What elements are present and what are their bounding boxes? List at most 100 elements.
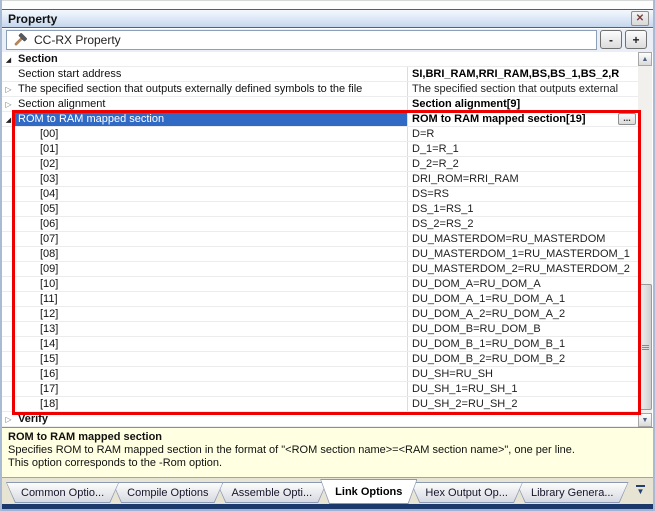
expander-icon[interactable]: ▷: [5, 415, 11, 424]
property-row[interactable]: [11]DU_DOM_A_1=RU_DOM_A_1: [2, 292, 638, 307]
row-name[interactable]: [13]: [15, 322, 407, 336]
scrollbar-thumb[interactable]: [638, 284, 652, 410]
expander-icon[interactable]: ▷: [5, 85, 11, 94]
row-value[interactable]: D_1=R_1: [407, 142, 638, 156]
row-value[interactable]: DU_DOM_B_2=RU_DOM_B_2: [407, 352, 638, 366]
row-value[interactable]: DRI_ROM=RRI_RAM: [407, 172, 638, 186]
tab-overflow-button[interactable]: ▼: [636, 485, 645, 496]
property-row[interactable]: ▷ Verify: [2, 412, 638, 427]
row-value[interactable]: ROM to RAM mapped section[19]...: [407, 112, 638, 126]
row-value[interactable]: DU_MASTERDOM_1=RU_MASTERDOM_1: [407, 247, 638, 261]
row-name[interactable]: [11]: [15, 292, 407, 306]
row-value[interactable]: DU_DOM_B_1=RU_DOM_B_1: [407, 337, 638, 351]
property-row[interactable]: [07]DU_MASTERDOM=RU_MASTERDOM: [2, 232, 638, 247]
scroll-up-button[interactable]: ▲: [638, 52, 652, 66]
property-row[interactable]: ◢ Section: [2, 52, 638, 67]
grid-scrollbar[interactable]: ▲ ▼: [638, 52, 652, 427]
property-row[interactable]: [15]DU_DOM_B_2=RU_DOM_B_2: [2, 352, 638, 367]
row-name[interactable]: [12]: [15, 307, 407, 321]
ellipsis-button[interactable]: ...: [618, 113, 636, 125]
property-row[interactable]: [05]DS_1=RS_1: [2, 202, 638, 217]
row-name[interactable]: [06]: [15, 217, 407, 231]
property-row[interactable]: [10]DU_DOM_A=RU_DOM_A: [2, 277, 638, 292]
tab-link-options[interactable]: Link Options: [320, 479, 417, 504]
row-name[interactable]: [02]: [15, 157, 407, 171]
property-row[interactable]: ▷ Section alignmentSection alignment[9]: [2, 97, 638, 112]
row-value[interactable]: DU_SH=RU_SH: [407, 367, 638, 381]
tab-compile-options[interactable]: Compile Options: [112, 482, 223, 503]
property-row[interactable]: [12]DU_DOM_A_2=RU_DOM_A_2: [2, 307, 638, 322]
row-name[interactable]: Section alignment: [15, 97, 407, 111]
row-name[interactable]: [17]: [15, 382, 407, 396]
property-row[interactable]: [01]D_1=R_1: [2, 142, 638, 157]
collapse-all-button[interactable]: -: [600, 30, 622, 49]
row-name[interactable]: [07]: [15, 232, 407, 246]
property-row[interactable]: [03]DRI_ROM=RRI_RAM: [2, 172, 638, 187]
row-name[interactable]: ROM to RAM mapped section: [15, 112, 407, 126]
row-value[interactable]: D_2=R_2: [407, 157, 638, 171]
property-grid[interactable]: ◢ SectionSection start addressSI,BRI_RAM,…: [2, 52, 638, 427]
property-row[interactable]: Section start addressSI,BRI_RAM,RRI_RAM,…: [2, 67, 638, 82]
panel-titlebar[interactable]: Property ✕: [2, 10, 653, 28]
property-row[interactable]: [06]DS_2=RS_2: [2, 217, 638, 232]
row-value[interactable]: DU_MASTERDOM=RU_MASTERDOM: [407, 232, 638, 246]
row-name[interactable]: Section: [15, 52, 407, 66]
expander-icon[interactable]: ◢: [6, 117, 11, 124]
row-name[interactable]: [01]: [15, 142, 407, 156]
row-name[interactable]: [18]: [15, 397, 407, 411]
row-gutter: [2, 127, 15, 141]
row-value[interactable]: DS_1=RS_1: [407, 202, 638, 216]
row-value[interactable]: [407, 412, 638, 426]
property-row[interactable]: ◢ ROM to RAM mapped sectionROM to RAM map…: [2, 112, 638, 127]
row-name[interactable]: Verify: [15, 412, 407, 426]
property-row[interactable]: [08]DU_MASTERDOM_1=RU_MASTERDOM_1: [2, 247, 638, 262]
expander-icon[interactable]: ◢: [6, 57, 11, 64]
property-row[interactable]: [09]DU_MASTERDOM_2=RU_MASTERDOM_2: [2, 262, 638, 277]
property-row[interactable]: ▷ The specified section that outputs exte…: [2, 82, 638, 97]
row-value[interactable]: DU_MASTERDOM_2=RU_MASTERDOM_2: [407, 262, 638, 276]
row-value[interactable]: The specified section that outputs exter…: [407, 82, 638, 96]
row-gutter: [2, 277, 15, 291]
row-value[interactable]: [407, 52, 638, 66]
row-name[interactable]: [09]: [15, 262, 407, 276]
row-name[interactable]: [14]: [15, 337, 407, 351]
row-gutter: [2, 217, 15, 231]
row-value[interactable]: Section alignment[9]: [407, 97, 638, 111]
row-name[interactable]: [16]: [15, 367, 407, 381]
property-row[interactable]: [02]D_2=R_2: [2, 157, 638, 172]
property-row[interactable]: [00]D=R: [2, 127, 638, 142]
property-row[interactable]: [14]DU_DOM_B_1=RU_DOM_B_1: [2, 337, 638, 352]
row-name[interactable]: [05]: [15, 202, 407, 216]
scroll-down-button[interactable]: ▼: [638, 413, 652, 427]
tab-assemble-opti[interactable]: Assemble Opti...: [216, 482, 327, 503]
tab-common-optio[interactable]: Common Optio...: [6, 482, 119, 503]
property-row[interactable]: [18]DU_SH_2=RU_SH_2: [2, 397, 638, 412]
property-row[interactable]: [17]DU_SH_1=RU_SH_1: [2, 382, 638, 397]
row-value[interactable]: DS=RS: [407, 187, 638, 201]
tab-hex-output-op[interactable]: Hex Output Op...: [410, 482, 523, 503]
row-value[interactable]: DU_DOM_A_1=RU_DOM_A_1: [407, 292, 638, 306]
row-name[interactable]: [04]: [15, 187, 407, 201]
row-value[interactable]: SI,BRI_RAM,RRI_RAM,BS,BS_1,BS_2,R: [407, 67, 638, 81]
row-name[interactable]: [10]: [15, 277, 407, 291]
row-name[interactable]: [15]: [15, 352, 407, 366]
row-value[interactable]: DU_SH_2=RU_SH_2: [407, 397, 638, 411]
row-value[interactable]: D=R: [407, 127, 638, 141]
row-value[interactable]: DU_DOM_B=RU_DOM_B: [407, 322, 638, 336]
property-row[interactable]: [04]DS=RS: [2, 187, 638, 202]
row-value[interactable]: DS_2=RS_2: [407, 217, 638, 231]
property-row[interactable]: [13]DU_DOM_B=RU_DOM_B: [2, 322, 638, 337]
property-row[interactable]: [16]DU_SH=RU_SH: [2, 367, 638, 382]
expand-all-button[interactable]: +: [625, 30, 647, 49]
row-value[interactable]: DU_SH_1=RU_SH_1: [407, 382, 638, 396]
row-value[interactable]: DU_DOM_A=RU_DOM_A: [407, 277, 638, 291]
expander-icon[interactable]: ▷: [5, 100, 11, 109]
row-name[interactable]: The specified section that outputs exter…: [15, 82, 407, 96]
row-name[interactable]: [08]: [15, 247, 407, 261]
row-name[interactable]: [00]: [15, 127, 407, 141]
row-name[interactable]: Section start address: [15, 67, 407, 81]
tab-library-genera[interactable]: Library Genera...: [516, 482, 629, 503]
row-name[interactable]: [03]: [15, 172, 407, 186]
row-value[interactable]: DU_DOM_A_2=RU_DOM_A_2: [407, 307, 638, 321]
close-button[interactable]: ✕: [631, 11, 649, 26]
